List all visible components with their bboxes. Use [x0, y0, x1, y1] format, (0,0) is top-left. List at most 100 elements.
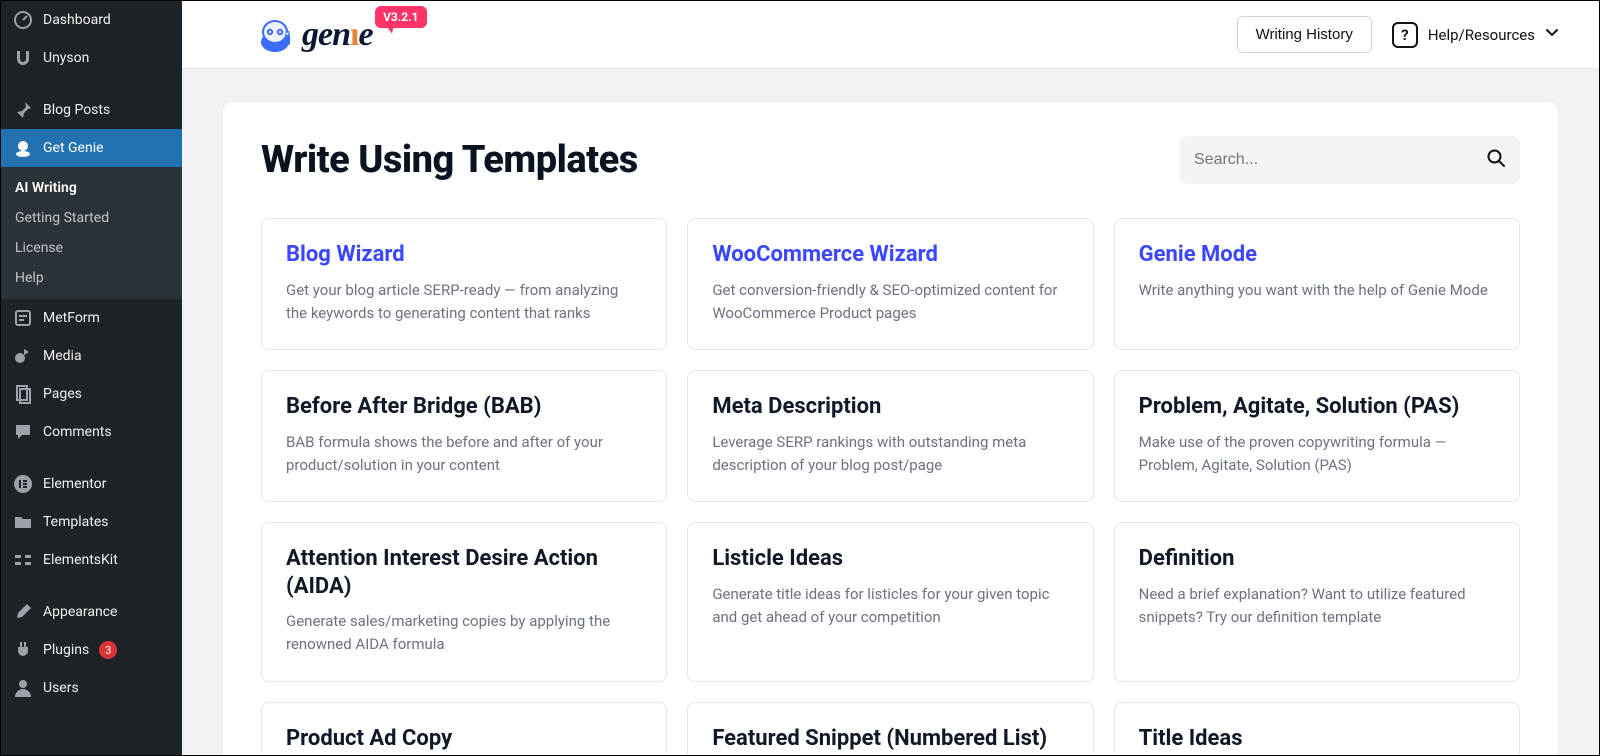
template-card[interactable]: Featured Snippet (Numbered List)Get a de… — [687, 702, 1093, 756]
card-title: Title Ideas — [1139, 725, 1495, 753]
sidebar-item-label: Users — [43, 680, 79, 696]
card-description: BAB formula shows the before and after o… — [286, 431, 642, 478]
card-title: Problem, Agitate, Solution (PAS) — [1139, 393, 1495, 421]
search-icon — [1486, 148, 1506, 172]
sidebar-item-elementskit[interactable]: ElementsKit — [1, 541, 182, 579]
template-card[interactable]: Listicle Ideas Generate title ideas for l… — [687, 522, 1093, 682]
brush-icon — [13, 602, 33, 622]
sidebar-item-media[interactable]: Media — [1, 337, 182, 375]
elementor-icon — [13, 474, 33, 494]
template-card[interactable]: Definition Need a brief explanation? Want… — [1114, 522, 1520, 682]
brand-wordmark: genıe — [302, 16, 373, 54]
sidebar-item-pages[interactable]: Pages — [1, 375, 182, 413]
card-description: Write anything you want with the help of… — [1139, 279, 1495, 302]
templates-grid: Blog Wizard Get your blog article SERP-re… — [261, 218, 1520, 755]
media-icon — [13, 346, 33, 366]
writing-history-button[interactable]: Writing History — [1237, 16, 1372, 53]
sidebar-item-label: Get Genie — [43, 140, 104, 156]
template-card[interactable]: Product Ad CopyGenerate a basic ad copy … — [261, 702, 667, 756]
version-badge: V3.2.1 — [375, 6, 426, 28]
help-icon: ? — [1392, 22, 1418, 48]
template-card[interactable]: Attention Interest Desire Action (AIDA) G… — [261, 522, 667, 682]
sidebar-sub-getting-started[interactable]: Getting Started — [1, 203, 182, 233]
card-description: Generate sales/marketing copies by apply… — [286, 610, 642, 657]
card-title: Listicle Ideas — [712, 545, 1068, 573]
sidebar-item-plugins[interactable]: Plugins 3 — [1, 631, 182, 669]
update-count-badge: 3 — [99, 641, 117, 659]
sidebar-item-label: Comments — [43, 424, 112, 440]
help-resources-dropdown[interactable]: ? Help/Resources — [1392, 22, 1559, 48]
sidebar-item-label: Pages — [43, 386, 82, 402]
sidebar-item-metform[interactable]: MetForm — [1, 299, 182, 337]
sidebar-item-elementor[interactable]: Elementor — [1, 465, 182, 503]
card-title: Before After Bridge (BAB) — [286, 393, 642, 421]
ekit-icon — [13, 550, 33, 570]
card-description: Need a brief explanation? Want to utiliz… — [1139, 583, 1495, 630]
sidebar-item-dashboard[interactable]: Dashboard — [1, 1, 182, 39]
sidebar-item-appearance[interactable]: Appearance — [1, 593, 182, 631]
card-title: Definition — [1139, 545, 1495, 573]
app-bar: GET genıe V3.2.1 Writing History ? Help/… — [182, 1, 1599, 69]
template-card[interactable]: Title IdeasGet multiple title ideas off … — [1114, 702, 1520, 756]
sidebar-sub-help[interactable]: Help — [1, 263, 182, 293]
template-card[interactable]: Meta Description Leverage SERP rankings w… — [687, 370, 1093, 502]
sidebar-item-label: Plugins — [43, 642, 89, 658]
sidebar-item-label: ElementsKit — [43, 552, 118, 568]
content-scroll: Write Using Templates Blog Wizard Get you… — [182, 69, 1599, 755]
card-title: Product Ad Copy — [286, 725, 642, 753]
search-input[interactable] — [1194, 151, 1476, 169]
sidebar-item-label: Dashboard — [43, 12, 111, 28]
svg-text:GET: GET — [284, 32, 291, 36]
card-title: Attention Interest Desire Action (AIDA) — [286, 545, 642, 600]
sidebar-sub-license[interactable]: License — [1, 233, 182, 263]
user-icon — [13, 678, 33, 698]
form-icon — [13, 308, 33, 328]
sidebar-item-label: Appearance — [43, 604, 117, 620]
dashboard-icon — [13, 10, 33, 30]
sidebar-item-unyson[interactable]: Unyson — [1, 39, 182, 77]
template-card[interactable]: Genie Mode Write anything you want with t… — [1114, 218, 1520, 350]
genie-icon — [13, 138, 33, 158]
templates-panel: Write Using Templates Blog Wizard Get you… — [222, 101, 1559, 755]
card-description: Get your blog article SERP-ready — from … — [286, 279, 642, 326]
page-title: Write Using Templates — [261, 138, 638, 182]
sidebar-item-comments[interactable]: Comments — [1, 413, 182, 451]
template-card[interactable]: Problem, Agitate, Solution (PAS) Make use… — [1114, 370, 1520, 502]
wp-admin-sidebar: Dashboard Unyson Blog Posts Get Genie AI Wri… — [1, 1, 182, 755]
genie-mascot-icon: GET — [254, 14, 296, 56]
sidebar-item-templates[interactable]: Templates — [1, 503, 182, 541]
sidebar-item-label: Unyson — [43, 50, 89, 66]
sidebar-item-label: Media — [43, 348, 82, 364]
plug-icon — [13, 640, 33, 660]
card-description: Make use of the proven copywriting formu… — [1139, 431, 1495, 478]
card-description: Get conversion-friendly & SEO-optimized … — [712, 279, 1068, 326]
sidebar-item-label: MetForm — [43, 310, 100, 326]
sidebar-item-label: Templates — [43, 514, 109, 530]
card-title: Featured Snippet (Numbered List) — [712, 725, 1068, 753]
pages-icon — [13, 384, 33, 404]
card-title: Blog Wizard — [286, 241, 642, 269]
template-search[interactable] — [1180, 136, 1520, 184]
card-title: Genie Mode — [1139, 241, 1495, 269]
comment-icon — [13, 422, 33, 442]
brand-logo: GET genıe V3.2.1 — [254, 14, 373, 56]
help-label: Help/Resources — [1428, 26, 1535, 44]
pin-icon — [13, 100, 33, 120]
sidebar-item-users[interactable]: Users — [1, 669, 182, 707]
sidebar-item-blog-posts[interactable]: Blog Posts — [1, 91, 182, 129]
sidebar-item-get-genie[interactable]: Get Genie — [1, 129, 182, 167]
sidebar-sub-ai-writing[interactable]: AI Writing — [1, 173, 182, 203]
chevron-down-icon — [1545, 26, 1559, 44]
card-description: Generate title ideas for listicles for y… — [712, 583, 1068, 630]
sidebar-item-label: Blog Posts — [43, 102, 110, 118]
template-card[interactable]: WooCommerce Wizard Get conversion-friendl… — [687, 218, 1093, 350]
folder-icon — [13, 512, 33, 532]
sidebar-item-label: Elementor — [43, 476, 106, 492]
main-area: GET genıe V3.2.1 Writing History ? Help/… — [182, 1, 1599, 755]
card-title: Meta Description — [712, 393, 1068, 421]
template-card[interactable]: Before After Bridge (BAB) BAB formula sho… — [261, 370, 667, 502]
template-card[interactable]: Blog Wizard Get your blog article SERP-re… — [261, 218, 667, 350]
card-description: Leverage SERP rankings with outstanding … — [712, 431, 1068, 478]
unyson-icon — [13, 48, 33, 68]
card-title: WooCommerce Wizard — [712, 241, 1068, 269]
